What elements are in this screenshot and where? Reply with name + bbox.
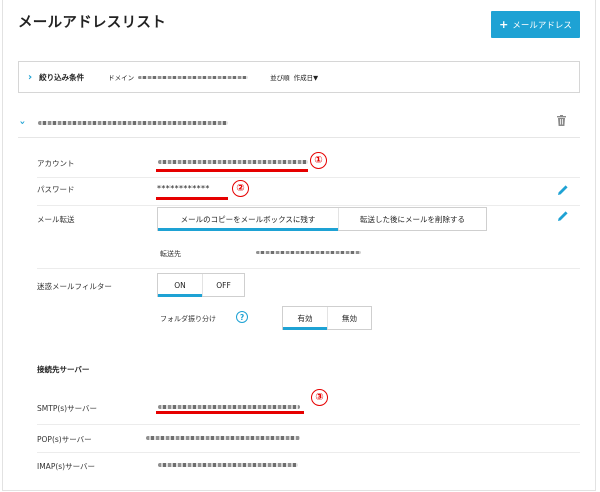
account-address-redacted bbox=[38, 120, 229, 125]
plus-icon: + bbox=[499, 18, 509, 31]
pop-value-redacted bbox=[146, 436, 300, 440]
forward-to-value-redacted bbox=[256, 251, 361, 254]
annotation-underline-3 bbox=[156, 411, 304, 414]
add-button-label: メールアドレス bbox=[512, 20, 572, 31]
server-section-title: 接続先サーバー bbox=[37, 365, 90, 374]
account-header[interactable]: › bbox=[17, 108, 580, 138]
smtp-value-redacted bbox=[158, 405, 300, 409]
sort-label: 並び順 bbox=[270, 74, 290, 82]
page-title: メールアドレスリスト bbox=[18, 15, 166, 31]
spam-filter-toggle[interactable]: ON OFF bbox=[157, 273, 245, 297]
imap-value-redacted bbox=[158, 463, 298, 467]
imap-label: IMAP(s)サーバー bbox=[37, 462, 96, 471]
forward-label: メール転送 bbox=[37, 215, 75, 224]
account-value-redacted bbox=[158, 160, 308, 164]
account-label: アカウント bbox=[37, 159, 75, 168]
domain-label: ドメイン bbox=[108, 74, 135, 82]
chevron-down-icon[interactable]: › bbox=[17, 120, 28, 124]
edit-pencil-icon[interactable] bbox=[557, 184, 569, 196]
password-value: ************ bbox=[157, 184, 210, 193]
password-label: パスワード bbox=[37, 185, 75, 194]
add-mail-address-button[interactable]: + メールアドレス bbox=[491, 11, 580, 38]
divider bbox=[37, 424, 580, 425]
divider bbox=[37, 205, 580, 206]
annotation-marker-1: ① bbox=[310, 152, 327, 169]
forward-to-label: 転送先 bbox=[160, 250, 181, 258]
pop-label: POP(s)サーバー bbox=[37, 435, 92, 444]
forward-delete-option[interactable]: 転送した後にメールを削除する bbox=[338, 208, 486, 230]
divider bbox=[37, 268, 580, 269]
domain-value-redacted[interactable] bbox=[138, 75, 249, 79]
folder-enabled-option[interactable]: 有効 bbox=[283, 307, 327, 330]
divider bbox=[37, 452, 580, 453]
filter-bar[interactable]: › 絞り込み条件 ドメイン 並び順 作成日▼ bbox=[18, 61, 580, 93]
divider bbox=[37, 177, 580, 178]
filter-title: 絞り込み条件 bbox=[39, 72, 85, 82]
help-icon[interactable]: ? bbox=[236, 311, 248, 323]
folder-disabled-option[interactable]: 無効 bbox=[327, 307, 371, 329]
spam-filter-label: 迷惑メールフィルター bbox=[37, 282, 112, 291]
annotation-underline-2 bbox=[156, 197, 228, 200]
smtp-label: SMTP(s)サーバー bbox=[37, 404, 98, 413]
folder-sort-toggle[interactable]: 有効 無効 bbox=[282, 306, 372, 330]
spam-on-option[interactable]: ON bbox=[158, 274, 202, 297]
forward-keep-copy-option[interactable]: メールのコピーをメールボックスに残す bbox=[158, 208, 338, 231]
trash-icon[interactable] bbox=[557, 115, 566, 126]
sort-select[interactable]: 作成日▼ bbox=[294, 72, 319, 82]
folder-sort-label: フォルダ振り分け bbox=[160, 315, 216, 323]
annotation-marker-2: ② bbox=[232, 180, 249, 197]
spam-off-option[interactable]: OFF bbox=[202, 274, 244, 296]
edit-pencil-icon[interactable] bbox=[557, 210, 569, 222]
annotation-marker-3: ③ bbox=[311, 389, 328, 406]
forward-mode-toggle[interactable]: メールのコピーをメールボックスに残す 転送した後にメールを削除する bbox=[157, 207, 487, 231]
annotation-underline-1 bbox=[156, 169, 308, 172]
chevron-right-icon[interactable]: › bbox=[28, 72, 32, 83]
